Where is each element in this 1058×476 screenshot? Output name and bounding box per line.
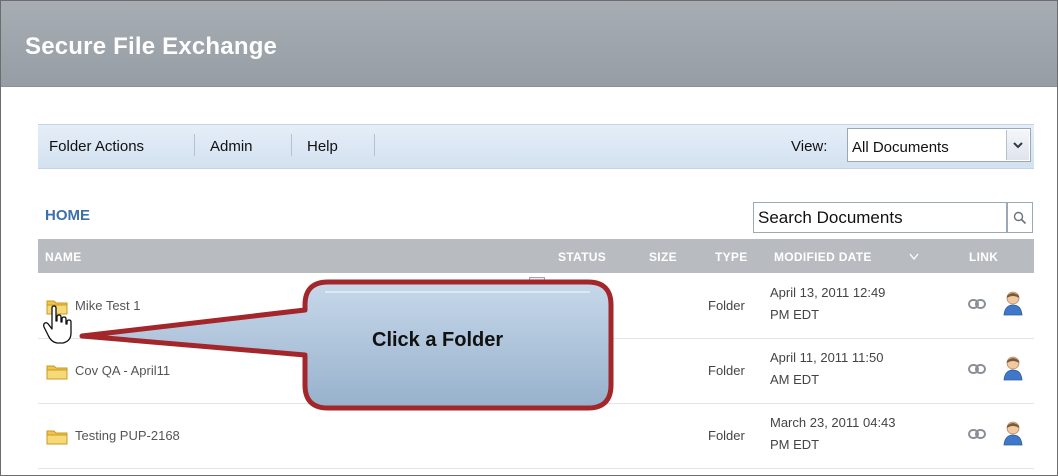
table-row[interactable]: Mike Test 1 Folder April 13, 2011 12:49 … — [38, 274, 1034, 339]
app-title: Secure File Exchange — [25, 33, 278, 60]
menu-separator — [194, 134, 195, 156]
row-name-link[interactable]: Testing PUP-2168 — [75, 428, 180, 443]
table-row[interactable]: Testing PUP-2168 Folder March 23, 2011 0… — [38, 404, 1034, 469]
row-type: Folder — [708, 428, 745, 443]
sort-down-icon[interactable] — [909, 253, 919, 260]
magnifier-icon — [1013, 211, 1027, 224]
row-type: Folder — [708, 363, 745, 378]
chain-link-icon[interactable] — [968, 428, 986, 440]
user-icon[interactable] — [1003, 420, 1023, 446]
column-status[interactable]: STATUS — [558, 250, 606, 264]
column-size[interactable]: SIZE — [649, 250, 677, 264]
title-bar: Secure File Exchange — [1, 1, 1057, 87]
column-modified-date[interactable]: MODIFIED DATE — [774, 250, 872, 264]
row-name-link[interactable]: Mike Test 1 — [75, 298, 141, 313]
toolbar: Folder Actions Admin Help View: All Docu… — [38, 124, 1034, 169]
column-link[interactable]: LINK — [969, 250, 998, 264]
status-indicator — [529, 277, 545, 290]
search-button[interactable] — [1007, 202, 1033, 233]
callout-text: Click a Folder — [372, 329, 504, 351]
row-type: Folder — [708, 298, 745, 313]
row-name-link[interactable]: Cov QA - April11 — [75, 363, 170, 378]
row-modified-date-line1: April 13, 2011 12:49 — [770, 285, 886, 300]
row-modified-date-line2: PM EDT — [770, 437, 820, 452]
row-modified-date-line2: PM EDT — [770, 307, 820, 322]
menu-help[interactable]: Help — [307, 138, 338, 155]
hand-pointer-icon — [43, 305, 72, 344]
view-label: View: — [791, 138, 828, 155]
column-name[interactable]: NAME — [45, 250, 82, 264]
view-select-value: All Documents — [852, 139, 949, 156]
folder-icon — [46, 365, 68, 380]
user-icon[interactable] — [1003, 355, 1023, 381]
table-header: NAME STATUS SIZE TYPE MODIFIED DATE LINK — [38, 239, 1034, 273]
breadcrumb-home[interactable]: HOME — [45, 207, 90, 224]
table-row[interactable]: Cov QA - April11 Folder April 11, 2011 1… — [38, 339, 1034, 404]
menu-folder-actions[interactable]: Folder Actions — [49, 138, 144, 155]
row-modified-date: April 11, 2011 11:50 AM EDT — [770, 347, 955, 391]
menu-separator — [291, 134, 292, 156]
app-window: Secure File Exchange Folder Actions Admi… — [0, 0, 1058, 476]
row-modified-date-line1: March 23, 2011 04:43 — [770, 415, 896, 430]
search-input[interactable] — [753, 202, 1007, 233]
row-modified-date: March 23, 2011 04:43 PM EDT — [770, 412, 955, 456]
chain-link-icon[interactable] — [968, 298, 986, 310]
menu-admin[interactable]: Admin — [210, 138, 253, 155]
menu-separator — [374, 134, 375, 156]
row-modified-date-line1: April 11, 2011 11:50 — [770, 350, 884, 365]
chevron-down-icon[interactable] — [1006, 130, 1029, 160]
row-modified-date-line2: AM EDT — [770, 372, 820, 387]
user-icon[interactable] — [1003, 290, 1023, 316]
view-select[interactable]: All Documents — [847, 128, 1031, 162]
chain-link-icon[interactable] — [968, 363, 986, 375]
folder-icon — [46, 430, 68, 445]
column-type[interactable]: TYPE — [715, 250, 748, 264]
row-modified-date: April 13, 2011 12:49 PM EDT — [770, 282, 955, 326]
